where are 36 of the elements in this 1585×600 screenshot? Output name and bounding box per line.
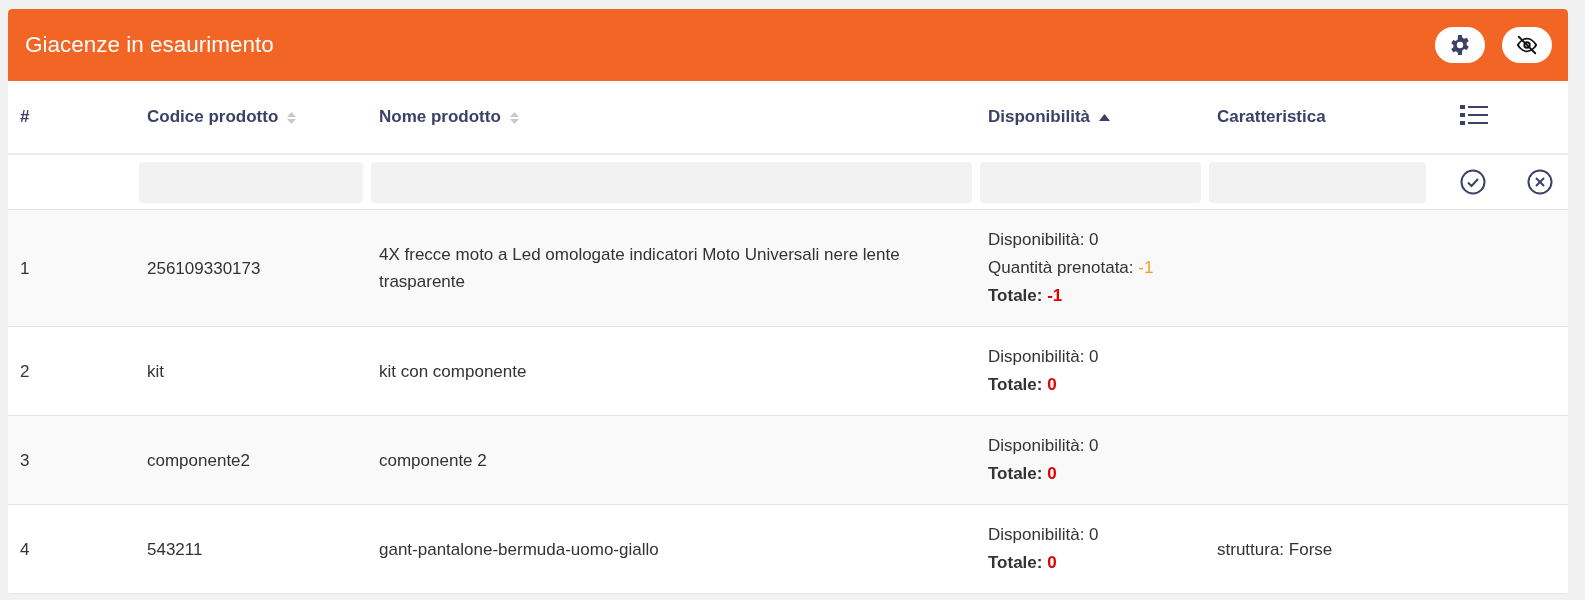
stock-line: Disponibilità: 0 — [988, 524, 1100, 546]
table-cell: 256109330173 — [147, 258, 261, 278]
column-header[interactable]: Disponibilità — [988, 107, 1090, 126]
stock-line: Disponibilità: 0 — [988, 229, 1100, 251]
table-cell-text: componente 2 — [379, 449, 488, 472]
stock-line: Totale: 0 — [988, 552, 1058, 574]
table-cell-text: gant-pantalone-bermuda-uomo-giallo — [379, 538, 660, 561]
settings-icon — [1449, 34, 1471, 56]
check-circle-icon[interactable] — [1460, 169, 1486, 195]
table-cell: struttura: Forse — [1217, 539, 1333, 559]
list-icon[interactable] — [1460, 103, 1488, 126]
table-cell: 3 — [20, 450, 30, 470]
table-cell: 2 — [20, 361, 30, 381]
stock-line: Disponibilità: 0 — [988, 346, 1100, 368]
eye-off-icon — [1516, 34, 1538, 56]
table-cell: 543211 — [147, 539, 203, 559]
table-cell: 4 — [20, 539, 30, 559]
stock-line: Disponibilità: 0 — [988, 435, 1100, 457]
column-header[interactable]: Codice prodotto — [147, 107, 279, 126]
hide-button[interactable] — [1502, 27, 1552, 63]
stock-line: Totale: 0 — [988, 463, 1058, 485]
table-cell: kit — [147, 361, 164, 381]
settings-button[interactable] — [1435, 27, 1485, 63]
close-circle-icon[interactable] — [1526, 169, 1553, 195]
sort-ascending-icon[interactable] — [1098, 114, 1110, 121]
column-header: Caratteristica — [1217, 107, 1326, 126]
column-header: # — [20, 107, 30, 126]
stock-line: Totale: 0 — [988, 374, 1058, 396]
panel-title: Giacenze in esaurimento — [25, 32, 274, 58]
column-header[interactable]: Nome prodotto — [379, 107, 501, 126]
stock-line: Quantità prenotata: -1 — [988, 257, 1155, 279]
table-cell-text: kit con componente — [379, 360, 528, 383]
table-cell-text: 4X frecce moto a Led omologate indicatori Moto Universali nere lente trasparente — [379, 244, 901, 293]
table-cell: componente2 — [147, 450, 251, 470]
stock-line: Totale: -1 — [988, 285, 1064, 307]
table-cell: 1 — [20, 258, 30, 278]
